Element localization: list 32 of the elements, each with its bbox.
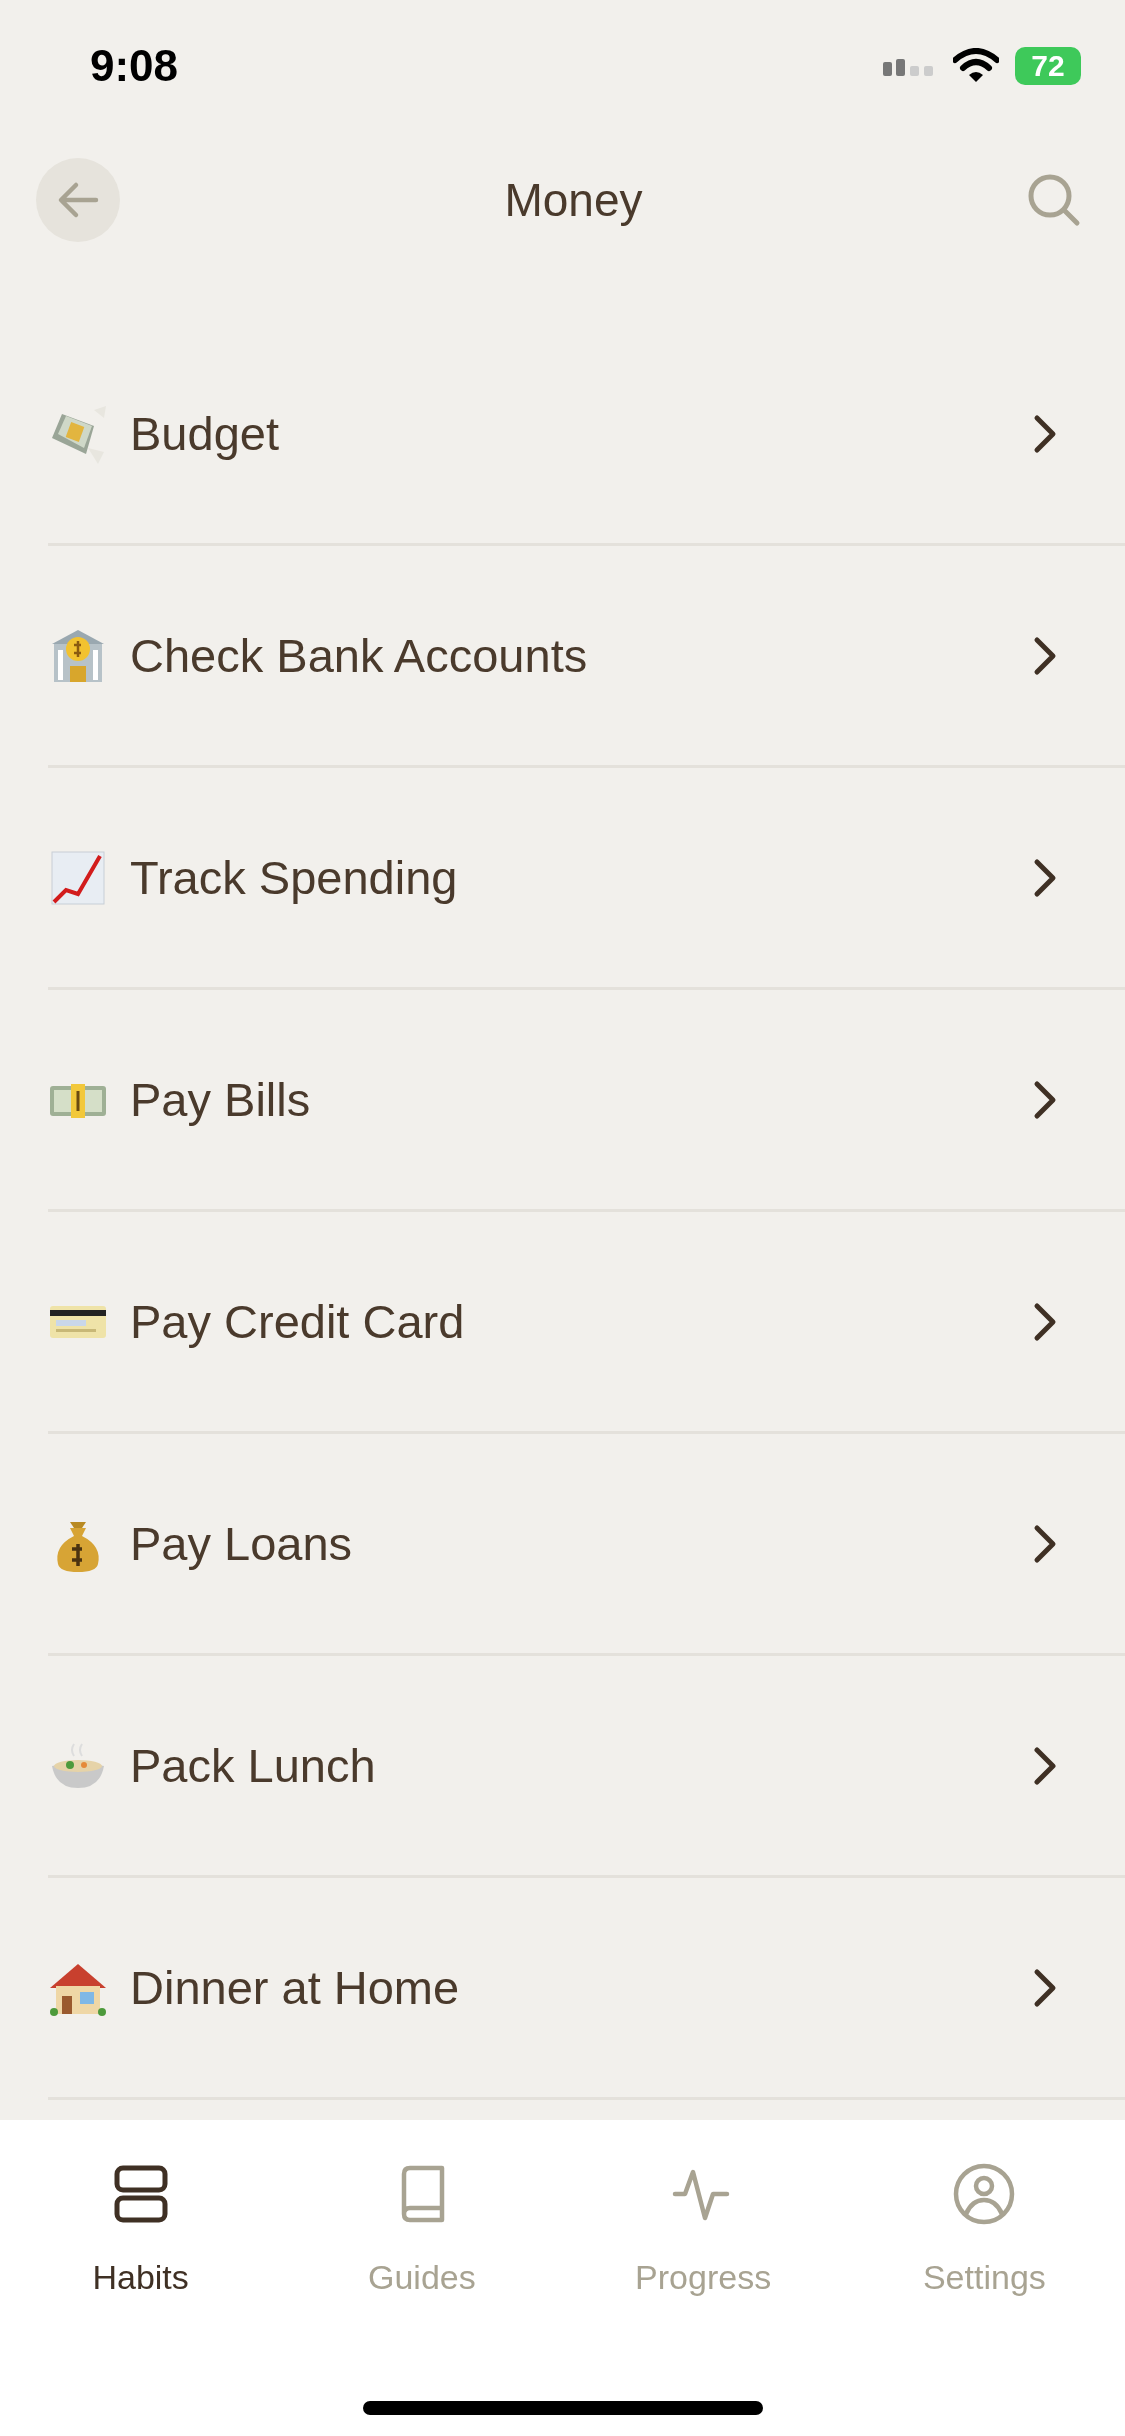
item-label: Pay Bills [130,1072,312,1127]
item-label: Check Bank Accounts [130,628,589,683]
list-item[interactable]: Dinner at Home [48,1878,1125,2100]
battery-level: 72 [1031,49,1065,83]
status-time: 9:08 [90,41,179,91]
chevron-icon [1033,1745,1057,1786]
list-item[interactable]: Track Spending [48,768,1125,990]
item-label: Pay Credit Card [130,1294,466,1349]
list-item[interactable]: Pay Loans [48,1434,1125,1656]
tab[interactable]: Habits [40,2162,241,2297]
item-label: Dinner at Home [130,1960,461,2015]
back-arrow-icon [56,180,100,220]
item-label: Pack Lunch [130,1738,377,1793]
list-item[interactable]: Pay Bills [48,990,1125,1212]
item-label: Budget [130,406,280,461]
list-item[interactable]: Pack Lunch [48,1656,1125,1878]
wifi-icon [953,48,999,84]
chevron-icon [1033,1079,1057,1120]
screen-title: Money [504,173,643,227]
person-icon [952,2162,1017,2226]
chevron-icon [1033,1523,1057,1564]
item-label: Track Spending [130,850,459,905]
chevron-icon [1033,1301,1057,1342]
chevron-icon [1033,1967,1057,2008]
chevron-icon [1033,857,1057,898]
chevron-icon [1033,413,1057,454]
list-item[interactable]: Budget [48,324,1125,546]
list-item[interactable]: Pay Credit Card [48,1212,1125,1434]
chevron-icon [1033,635,1057,676]
list-item[interactable]: Check Bank Accounts [48,546,1125,768]
search-icon[interactable] [1027,173,1081,227]
item-label: Pay Loans [130,1516,354,1571]
